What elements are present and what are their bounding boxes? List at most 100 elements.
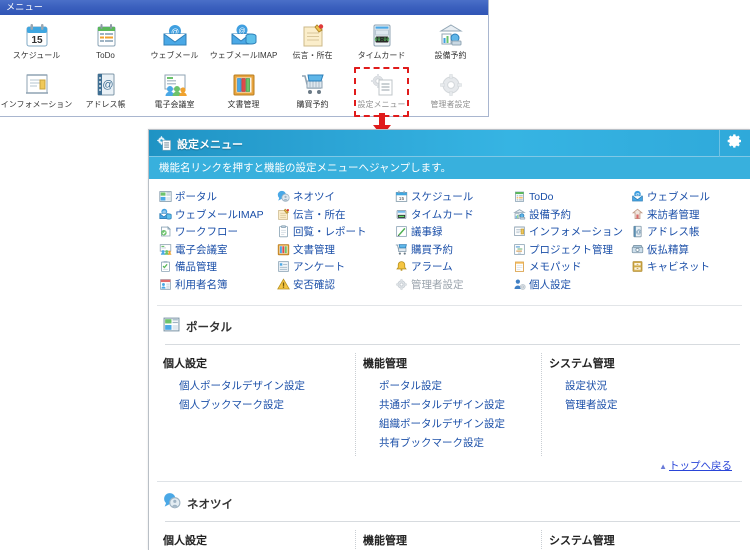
feature-link[interactable]: 安否確認 <box>293 277 335 292</box>
column-feature-management: 機能管理 ポータル設定 共通ポータルデザイン設定 組織ポータルデザイン設定 共有… <box>355 353 541 456</box>
feature-link[interactable]: アンケート <box>293 259 345 274</box>
column-feature-management: 機能管理 投稿管理 スタンプ管理 <box>355 530 541 550</box>
feature-link[interactable]: 備品管理 <box>175 259 217 274</box>
settings-link[interactable]: ポータル設定 <box>363 376 541 395</box>
feature-link[interactable]: ウェブメール <box>647 189 710 204</box>
feature-link-webmail-imap[interactable]: @ ウェブメールIMAP <box>159 207 277 222</box>
feature-link[interactable]: 電子会議室 <box>175 242 228 257</box>
feature-link[interactable]: 伝言・所在 <box>293 207 346 222</box>
feature-link[interactable]: 購買予約 <box>411 242 453 257</box>
settings-link[interactable]: 共有ブックマーク設定 <box>363 433 541 452</box>
feature-link[interactable]: 文書管理 <box>293 242 335 257</box>
feature-link-visitor-management[interactable]: 来訪者管理 <box>631 207 749 222</box>
feature-link[interactable]: アドレス帳 <box>647 224 700 239</box>
feature-link-purchase-reservation[interactable]: 購買予約 <box>395 242 513 257</box>
feature-link-timecard[interactable]: タイムカード <box>395 207 513 222</box>
feature-link[interactable]: 回覧・レポート <box>293 224 367 239</box>
timecard-clock-icon: 09:00 <box>368 21 396 51</box>
menu-item-admin-settings[interactable]: 管理者設定 <box>416 68 485 117</box>
user-roster-icon <box>159 278 172 291</box>
settings-link[interactable]: 組織ポータルデザイン設定 <box>363 414 541 433</box>
feature-link-project-management[interactable]: プロジェクト管理 <box>513 242 631 257</box>
feature-link-advance-settlement[interactable]: 仮払精算 <box>631 242 749 257</box>
menu-item-label: ウェブメールIMAP <box>209 51 278 60</box>
feature-link-address-book[interactable]: @ アドレス帳 <box>631 224 749 239</box>
back-to-top[interactable]: ▲ トップへ戻る <box>163 452 742 473</box>
feature-link[interactable]: メモパッド <box>529 259 582 274</box>
feature-link-safety-confirmation[interactable]: 安否確認 <box>277 277 395 292</box>
feature-link-alarm[interactable]: アラーム <box>395 259 513 274</box>
feature-link[interactable]: キャビネット <box>647 259 710 274</box>
feature-link[interactable]: アラーム <box>411 259 453 274</box>
settings-link[interactable]: 管理者設定 <box>549 395 721 414</box>
webmail-imap-icon: @ <box>159 208 172 221</box>
address-book-icon: @ <box>92 70 120 100</box>
workflow-icon <box>159 225 172 238</box>
feature-link-memopad[interactable]: メモパッド <box>513 259 631 274</box>
feature-link-portal[interactable]: ポータル <box>159 189 277 204</box>
menu-item-address-book[interactable]: @ アドレス帳 <box>71 68 140 117</box>
feature-link[interactable]: ポータル <box>175 189 217 204</box>
feature-link-questionnaire[interactable]: アンケート <box>277 259 395 274</box>
menu-item-webmail-imap[interactable]: @ ウェブメールIMAP <box>209 19 278 68</box>
feature-link-workflow[interactable]: ワークフロー <box>159 224 277 239</box>
menu-item-purchase-reservation[interactable]: 購買予約 <box>278 68 347 117</box>
feature-link[interactable]: 設備予約 <box>529 207 571 222</box>
feature-link-personal-settings[interactable]: 個人設定 <box>513 277 631 292</box>
feature-link-minutes[interactable]: 議事録 <box>395 224 513 239</box>
feature-link[interactable]: 議事録 <box>411 224 443 239</box>
menu-item-facility-reservation[interactable]: 設備予約 <box>416 19 485 68</box>
feature-link-equipment[interactable]: 備品管理 <box>159 259 277 274</box>
feature-link[interactable]: 個人設定 <box>529 277 571 292</box>
back-to-top-link[interactable]: トップへ戻る <box>669 460 732 472</box>
menu-item-information[interactable]: インフォメーション <box>1 68 72 117</box>
menu-item-e-conference[interactable]: 電子会議室 <box>140 68 209 117</box>
feature-link[interactable]: ワークフロー <box>175 224 238 239</box>
feature-link[interactable]: 来訪者管理 <box>647 207 700 222</box>
feature-link[interactable]: 利用者名簿 <box>175 277 228 292</box>
feature-link[interactable]: タイムカード <box>411 207 474 222</box>
settings-link[interactable]: 個人ポータルデザイン設定 <box>163 376 355 395</box>
feature-link[interactable]: 管理者設定 <box>411 277 464 292</box>
safety-confirmation-icon <box>277 278 290 291</box>
menu-item-label: 電子会議室 <box>154 100 195 109</box>
feature-link[interactable]: プロジェクト管理 <box>529 242 613 257</box>
feature-link-e-conference[interactable]: 電子会議室 <box>159 242 277 257</box>
feature-link[interactable]: インフォメーション <box>529 224 623 239</box>
settings-menu-icon <box>156 135 173 157</box>
feature-link[interactable]: スケジュール <box>411 189 473 204</box>
settings-link[interactable]: 個人ブックマーク設定 <box>163 395 355 414</box>
calendar-icon: 15 <box>23 21 51 51</box>
feature-link-document-management[interactable]: 文書管理 <box>277 242 395 257</box>
feature-link-schedule[interactable]: 15 スケジュール <box>395 189 513 204</box>
menu-item-message-location[interactable]: 伝言・所在 <box>278 19 347 68</box>
feature-link-admin-settings[interactable]: 管理者設定 <box>395 277 513 292</box>
menu-item-webmail[interactable]: @ ウェブメール <box>140 19 209 68</box>
menu-item-document-management[interactable]: 文書管理 <box>209 68 278 117</box>
feature-link-webmail[interactable]: @ ウェブメール <box>631 189 749 204</box>
menu-item-timecard[interactable]: 09:00 タイムカード <box>347 19 416 68</box>
feature-link[interactable]: ウェブメールIMAP <box>175 207 264 222</box>
feature-link[interactable]: ToDo <box>529 191 554 203</box>
panel-settings-gear-button[interactable] <box>719 130 750 157</box>
circular-report-icon <box>277 225 290 238</box>
settings-link[interactable]: 設定状況 <box>549 376 721 395</box>
menu-item-settings-menu[interactable]: 設定メニュー <box>347 67 416 117</box>
feature-link-user-roster[interactable]: 利用者名簿 <box>159 277 277 292</box>
feature-link-information[interactable]: インフォメーション <box>513 224 631 239</box>
feature-link-circular-report[interactable]: 回覧・レポート <box>277 224 395 239</box>
menu-item-schedule[interactable]: 15 スケジュール <box>2 19 71 68</box>
settings-link[interactable]: 共通ポータルデザイン設定 <box>363 395 541 414</box>
menu-icon-grid: 15 スケジュール ToDo @ ウェブメール @ ウェブメールIMAP 伝言・… <box>0 15 488 119</box>
feature-link-neotwi[interactable]: ネオツイ <box>277 189 395 204</box>
menu-item-todo[interactable]: ToDo <box>71 19 140 68</box>
feature-link[interactable]: 仮払精算 <box>647 242 689 257</box>
feature-link-message-location[interactable]: 伝言・所在 <box>277 207 395 222</box>
feature-link-facility-reservation[interactable]: 設備予約 <box>513 207 631 222</box>
memo-note-icon <box>299 21 327 51</box>
feature-link[interactable]: ネオツイ <box>293 189 335 204</box>
feature-link-todo[interactable]: ToDo <box>513 190 631 203</box>
column-system-management: システム管理 設定状況 共通設定 <box>541 530 721 550</box>
todo-list-icon <box>92 21 120 51</box>
feature-link-cabinet[interactable]: キャビネット <box>631 259 749 274</box>
